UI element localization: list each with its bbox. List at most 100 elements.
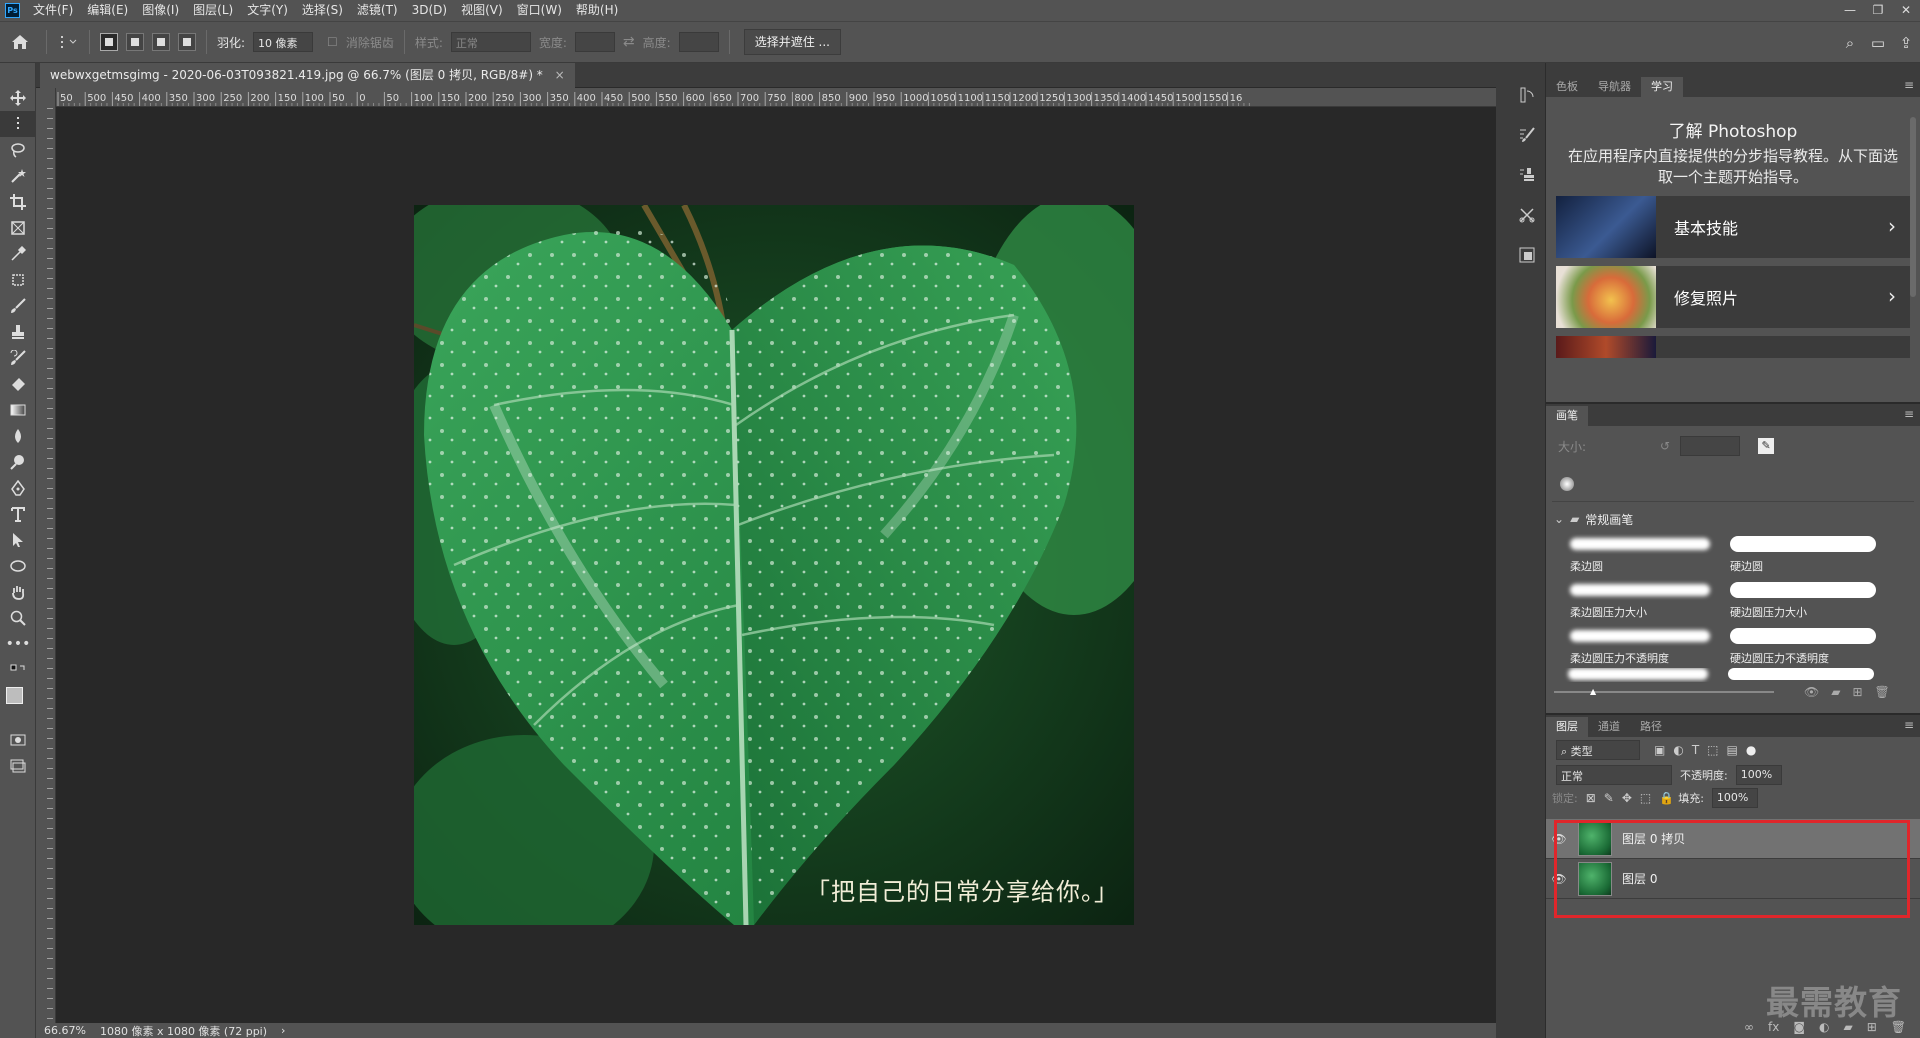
horizontal-ruler[interactable]: 50 500 450 400 350 300 250 200 150 100 50 0 50 100 150… bbox=[56, 88, 1496, 107]
brush-preset[interactable] bbox=[1568, 668, 1708, 680]
quick-mask-icon[interactable] bbox=[0, 727, 36, 753]
toggle-visibility-icon[interactable]: 👁 bbox=[1804, 685, 1819, 699]
tab-learn[interactable]: 学习 bbox=[1641, 77, 1683, 97]
panel-divider[interactable] bbox=[1496, 63, 1508, 1038]
layer-filter-select[interactable]: ⌕ 类型 bbox=[1556, 740, 1640, 760]
eraser-tool-icon[interactable] bbox=[0, 371, 36, 397]
lock-pixels-icon[interactable]: ✎ bbox=[1604, 791, 1614, 805]
brush-preset[interactable]: 硬边圆压力大小 bbox=[1728, 580, 1888, 622]
magic-wand-tool-icon[interactable] bbox=[0, 163, 36, 189]
brush-preset[interactable]: 柔边圆 bbox=[1568, 534, 1728, 576]
tab-navigator[interactable]: 导航器 bbox=[1588, 77, 1641, 97]
menu-file[interactable]: 文件(F) bbox=[26, 0, 80, 21]
reset-size-icon[interactable]: ↺ bbox=[1660, 439, 1670, 453]
brush-size-input[interactable] bbox=[1680, 436, 1741, 456]
new-brush-icon[interactable]: ✎ bbox=[1758, 438, 1775, 454]
chevron-down-icon[interactable]: ⌄ bbox=[1554, 512, 1564, 526]
feather-input[interactable]: 10 像素 bbox=[253, 32, 314, 52]
menu-filter[interactable]: 滤镜(T) bbox=[350, 0, 405, 21]
brush-preset[interactable]: 硬边圆 bbox=[1728, 534, 1888, 576]
opacity-input[interactable]: 100% bbox=[1735, 765, 1782, 785]
marquee-tool-preset-icon[interactable] bbox=[53, 34, 83, 50]
home-icon[interactable] bbox=[0, 24, 40, 60]
learn-card-basic-skills[interactable]: 基本技能 › bbox=[1556, 196, 1910, 258]
filter-pixel-icon[interactable]: ▣ bbox=[1654, 743, 1665, 757]
more-tools-icon[interactable]: ••• bbox=[0, 631, 36, 657]
panel-menu-icon[interactable]: ≡ bbox=[1904, 407, 1914, 421]
history-panel-icon[interactable] bbox=[1508, 75, 1546, 115]
color-swatches[interactable] bbox=[0, 683, 35, 727]
slider-thumb-icon[interactable]: ▲ bbox=[1590, 687, 1596, 696]
marquee-tool-icon[interactable] bbox=[0, 111, 36, 137]
brush-folder-row[interactable]: ⌄ ▰ 常规画笔 bbox=[1546, 508, 1920, 530]
restore-button[interactable]: ❐ bbox=[1864, 0, 1892, 21]
brush-preset[interactable]: 硬边圆压力不透明度 bbox=[1728, 626, 1888, 668]
properties-panel-icon[interactable] bbox=[1508, 235, 1546, 275]
lock-all-icon[interactable]: 🔒 bbox=[1659, 791, 1674, 805]
lock-transparency-icon[interactable]: ⊠ bbox=[1586, 791, 1596, 805]
blend-mode-select[interactable]: 正常 bbox=[1556, 765, 1672, 785]
crop-tool-icon[interactable] bbox=[0, 189, 36, 215]
menu-window[interactable]: 窗口(W) bbox=[510, 0, 569, 21]
panel-menu-icon[interactable]: ≡ bbox=[1904, 718, 1914, 732]
new-selection-icon[interactable] bbox=[100, 33, 118, 51]
antialias-checkbox[interactable]: ☐ bbox=[327, 35, 338, 49]
zoom-tool-icon[interactable] bbox=[0, 605, 36, 631]
zoom-level[interactable]: 66.67% bbox=[44, 1024, 86, 1037]
blur-tool-icon[interactable] bbox=[0, 423, 36, 449]
swap-icon[interactable]: ⇄ bbox=[623, 34, 635, 50]
intersect-selection-icon[interactable] bbox=[178, 33, 196, 51]
document-tab[interactable]: webwxgetmsgimg - 2020-06-03T093821.419.j… bbox=[40, 63, 575, 88]
fill-input[interactable]: 100% bbox=[1711, 788, 1758, 808]
history-brush-tool-icon[interactable] bbox=[0, 345, 36, 371]
style-select[interactable]: 正常 bbox=[450, 32, 531, 52]
menu-image[interactable]: 图像(I) bbox=[135, 0, 186, 21]
close-button[interactable]: ✕ bbox=[1892, 0, 1920, 21]
screen-mode-icon[interactable] bbox=[0, 753, 36, 779]
toolbox-collapse-icon[interactable] bbox=[0, 63, 35, 85]
menu-view[interactable]: 视图(V) bbox=[454, 0, 510, 21]
stamp-tool-icon[interactable] bbox=[0, 319, 36, 345]
brush-tool-icon[interactable] bbox=[0, 293, 36, 319]
strip-collapse-icon[interactable] bbox=[1508, 63, 1545, 75]
select-and-mask-button[interactable]: 选择并遮住 ... bbox=[743, 29, 841, 55]
dodge-tool-icon[interactable] bbox=[0, 449, 36, 475]
subtract-selection-icon[interactable] bbox=[152, 33, 170, 51]
tab-channels[interactable]: 通道 bbox=[1588, 717, 1630, 737]
filter-type-icon[interactable]: T bbox=[1692, 743, 1699, 757]
pen-tool-icon[interactable] bbox=[0, 475, 36, 501]
filter-adjustment-icon[interactable]: ◐ bbox=[1673, 743, 1683, 757]
height-input[interactable] bbox=[678, 32, 719, 52]
delete-brush-icon[interactable]: 🗑 bbox=[1875, 685, 1890, 699]
brush-preset[interactable]: 柔边圆压力不透明度 bbox=[1568, 626, 1728, 668]
menu-layer[interactable]: 图层(L) bbox=[186, 0, 240, 21]
eyedropper-tool-icon[interactable] bbox=[0, 241, 36, 267]
menu-select[interactable]: 选择(S) bbox=[295, 0, 350, 21]
tab-paths[interactable]: 路径 bbox=[1630, 717, 1672, 737]
workspace-icon[interactable]: ▭ bbox=[1864, 34, 1892, 52]
filter-toggle-icon[interactable]: ● bbox=[1746, 743, 1756, 757]
brush-preset[interactable] bbox=[1728, 668, 1874, 680]
status-arrow-icon[interactable]: › bbox=[281, 1024, 285, 1037]
lock-artboard-icon[interactable]: ⬚ bbox=[1640, 791, 1651, 805]
menu-help[interactable]: 帮助(H) bbox=[569, 0, 625, 21]
move-tool-icon[interactable] bbox=[0, 85, 36, 111]
brush-preset[interactable]: 柔边圆压力大小 bbox=[1568, 580, 1728, 622]
ellipse-tool-icon[interactable] bbox=[0, 553, 36, 579]
tool-presets-panel-icon[interactable] bbox=[1508, 195, 1546, 235]
share-icon[interactable]: ⇪ bbox=[1892, 34, 1920, 52]
gradient-tool-icon[interactable] bbox=[0, 397, 36, 423]
menu-edit[interactable]: 编辑(E) bbox=[80, 0, 135, 21]
filter-smartobject-icon[interactable]: ▤ bbox=[1727, 743, 1738, 757]
swap-colors-icon[interactable] bbox=[0, 657, 36, 683]
document-image[interactable]: 「把自己的日常分享给你。」 bbox=[414, 205, 1134, 925]
link-layers-icon[interactable]: ∞ bbox=[1744, 1020, 1754, 1034]
tab-swatches[interactable]: 色板 bbox=[1546, 77, 1588, 97]
lock-position-icon[interactable]: ✥ bbox=[1622, 791, 1632, 805]
learn-card-fix-photo[interactable]: 修复照片 › bbox=[1556, 266, 1910, 328]
brush-settings-panel-icon[interactable] bbox=[1508, 115, 1546, 155]
close-tab-icon[interactable]: × bbox=[555, 68, 565, 82]
menu-3d[interactable]: 3D(D) bbox=[405, 0, 454, 21]
new-group-icon[interactable]: ▰ bbox=[1831, 685, 1840, 699]
foreground-color-swatch[interactable] bbox=[6, 687, 23, 704]
